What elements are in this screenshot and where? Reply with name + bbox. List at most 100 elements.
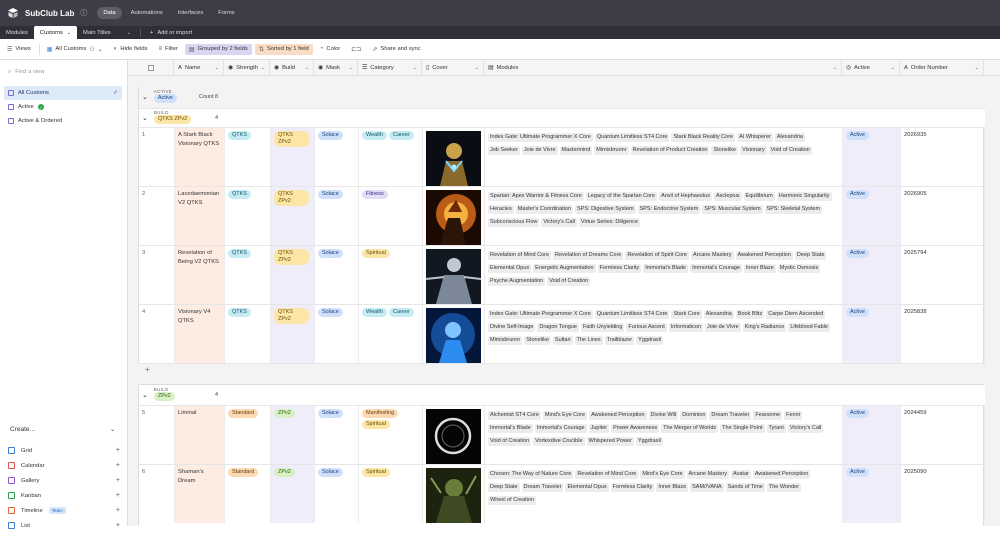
cell-build[interactable]: QTKS ZPv2: [271, 246, 315, 304]
module-link[interactable]: Wheel of Creation: [488, 496, 537, 505]
module-link[interactable]: Inner Blaze: [656, 483, 689, 492]
nav-automations[interactable]: Automations: [125, 7, 169, 19]
module-link[interactable]: Immortal's Courage: [534, 424, 587, 433]
sort-button[interactable]: ⇅ Sorted by 1 field: [254, 43, 313, 55]
cover-image[interactable]: [425, 249, 482, 304]
chevron-down-icon[interactable]: ⌄: [110, 426, 115, 433]
module-link[interactable]: The Wonder: [766, 483, 802, 492]
module-link[interactable]: Chosen: The Way of Nature Core: [488, 470, 574, 479]
app-name[interactable]: SubClub Lab: [25, 9, 74, 18]
cell-mask[interactable]: Solace: [315, 305, 359, 363]
cell-order-number[interactable]: 2026905: [901, 187, 985, 245]
chevron-down-icon[interactable]: ⌄: [349, 65, 353, 71]
group-header-build[interactable]: ⌄ BUILD ZPv2 4: [139, 385, 985, 405]
cell-modules[interactable]: Index Gate: Ultimate Programmer X Core Qu…: [485, 305, 843, 363]
module-link[interactable]: Awakened Perception: [752, 470, 811, 479]
cell-name[interactable]: A Stark Black Visionary QTKS: [175, 128, 225, 186]
cell-active[interactable]: Active: [843, 128, 901, 186]
cell-name[interactable]: Shaman's Dream: [175, 465, 225, 523]
module-link[interactable]: Elemental Opus: [565, 483, 609, 492]
cell-build[interactable]: QTKS ZPv2: [271, 128, 315, 186]
cell-build[interactable]: ZPv2: [271, 465, 315, 523]
chevron-down-icon[interactable]: ⌄: [975, 65, 979, 71]
module-link[interactable]: Master's Coordination: [515, 205, 574, 214]
module-link[interactable]: Spartan: Apex Warrior & Fitness Core: [488, 192, 584, 201]
module-link[interactable]: Yggdrasil: [635, 437, 663, 446]
module-link[interactable]: AI Whisperer: [737, 133, 773, 142]
module-link[interactable]: Faith Unyielding: [580, 323, 625, 332]
plus-icon[interactable]: +: [116, 492, 120, 499]
module-link[interactable]: Deep State: [488, 483, 520, 492]
module-link[interactable]: Anvil of Hephaestus: [659, 192, 712, 201]
sidebar-view-active-ordered[interactable]: Active & Ordered: [4, 114, 122, 128]
module-link[interactable]: Index Gate: Ultimate Programmer X Core: [488, 133, 593, 142]
module-link[interactable]: Power Awareness: [611, 424, 660, 433]
cover-image[interactable]: [426, 131, 481, 186]
module-link[interactable]: Psyche Augmentation: [488, 277, 546, 286]
view-switcher[interactable]: ▦ All Customs ⚇ ⌄: [43, 44, 107, 55]
module-link[interactable]: Mimisbrunnr: [488, 336, 523, 345]
module-link[interactable]: Void of Creation: [547, 277, 591, 286]
module-link[interactable]: Elemental Opus: [488, 264, 532, 273]
module-link[interactable]: Revelation of Mind Core: [575, 470, 639, 479]
cell-cover[interactable]: [423, 246, 485, 304]
cell-modules[interactable]: Spartan: Apex Warrior & Fitness Core Lega…: [485, 187, 843, 245]
cell-name[interactable]: Liminal: [175, 406, 225, 464]
chevron-down-icon[interactable]: ⌄: [305, 65, 309, 71]
module-link[interactable]: Book Blitz: [735, 310, 765, 319]
module-link[interactable]: SPS: Muscular System: [702, 205, 763, 214]
chevron-down-icon[interactable]: ⌄: [67, 30, 71, 36]
module-link[interactable]: Revelation of Spirit Core: [625, 251, 689, 260]
column-header-name[interactable]: A Name ⌄: [174, 60, 224, 76]
module-link[interactable]: Sultan: [552, 336, 573, 345]
module-link[interactable]: Divine Self-Image: [488, 323, 536, 332]
cell-active[interactable]: Active: [843, 187, 901, 245]
module-link[interactable]: Void of Creation: [768, 146, 812, 155]
module-link[interactable]: Immortal's Blade: [488, 424, 533, 433]
module-link[interactable]: The Single Point: [720, 424, 765, 433]
column-header-mask[interactable]: ◉ Mask ⌄: [314, 60, 358, 76]
create-section-title[interactable]: Create...: [10, 426, 35, 433]
module-link[interactable]: SPS: Digestive System: [575, 205, 636, 214]
module-link[interactable]: Stonelike: [524, 336, 551, 345]
module-link[interactable]: Carpe Diem Ascended: [766, 310, 826, 319]
cell-category[interactable]: Wealth Career: [359, 305, 423, 363]
module-link[interactable]: Formless Clarity: [597, 264, 642, 273]
nav-interfaces[interactable]: Interfaces: [172, 7, 209, 19]
cell-active[interactable]: Active: [843, 246, 901, 304]
cell-modules[interactable]: Alchemist ST4 Core Mind's Eye Core Awakene…: [485, 406, 843, 464]
module-link[interactable]: The Merger of Worlds: [661, 424, 719, 433]
module-link[interactable]: Lifeblood Fable: [788, 323, 830, 332]
cell-strength[interactable]: QTKS: [225, 246, 271, 304]
module-link[interactable]: Revelation of Dreams Core: [553, 251, 624, 260]
cell-build[interactable]: ZPv2: [271, 406, 315, 464]
cell-active[interactable]: Active: [843, 305, 901, 363]
module-link[interactable]: Awakened Perception: [589, 411, 647, 420]
module-link[interactable]: Asclepius: [714, 192, 742, 201]
cell-cover[interactable]: [423, 406, 485, 464]
module-link[interactable]: Dominion: [680, 411, 708, 420]
module-link[interactable]: Quantum Limitless ST4 Core: [594, 310, 670, 319]
cell-category[interactable]: Spiritual: [359, 465, 423, 523]
find-view-input[interactable]: ⌕ Find a view: [8, 69, 45, 76]
module-link[interactable]: Arcane Mastery: [686, 470, 730, 479]
module-link[interactable]: Yggdrasil: [636, 336, 664, 345]
info-icon[interactable]: ⓘ: [80, 8, 87, 18]
chevron-down-icon[interactable]: ⌄: [142, 114, 148, 122]
table-row[interactable]: 5 Liminal Standard ZPv2 Solace Manifesting Spi…: [139, 405, 985, 464]
chevron-down-icon[interactable]: ⌄: [142, 391, 148, 399]
module-link[interactable]: Joie de Vivre: [705, 323, 741, 332]
cell-strength[interactable]: Standard: [225, 465, 271, 523]
module-link[interactable]: Formless Clarity: [610, 483, 655, 492]
cell-cover[interactable]: [423, 128, 485, 186]
chevron-down-icon[interactable]: ⌄: [127, 30, 131, 36]
row-height-button[interactable]: ⊏⊐: [347, 44, 365, 55]
module-link[interactable]: Deep State: [794, 251, 827, 260]
module-link[interactable]: Awakened Perception: [735, 251, 793, 260]
cell-active[interactable]: Active: [843, 465, 901, 523]
create-timeline[interactable]: Timeline Team +: [8, 503, 120, 518]
cover-image[interactable]: [426, 409, 481, 464]
column-header-strength[interactable]: ◉ Strength ⌄: [224, 60, 270, 76]
tab-customs[interactable]: Customs ⌄: [33, 26, 77, 39]
cell-cover[interactable]: [423, 187, 485, 245]
